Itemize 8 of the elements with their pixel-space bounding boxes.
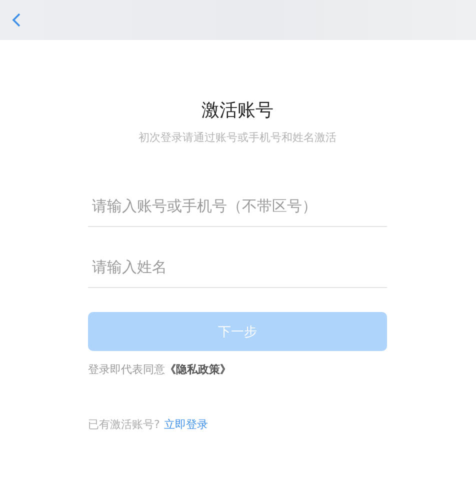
input-field[interactable]: 请输入账号或手机号（不带区号）: [88, 186, 387, 227]
login-prompt: 已有激活账号?: [88, 417, 160, 433]
page-title: 激活账号: [200, 99, 274, 123]
subtitle: 初次登录请通过账号或手机号和姓名激活: [138, 130, 338, 146]
back-icon[interactable]: [12, 13, 21, 27]
login-link[interactable]: 立即登录: [164, 417, 208, 433]
input-field[interactable]: 请输入姓名: [88, 247, 387, 288]
agreement-text: 登录即代表同意《隐私政策》: [88, 362, 232, 378]
